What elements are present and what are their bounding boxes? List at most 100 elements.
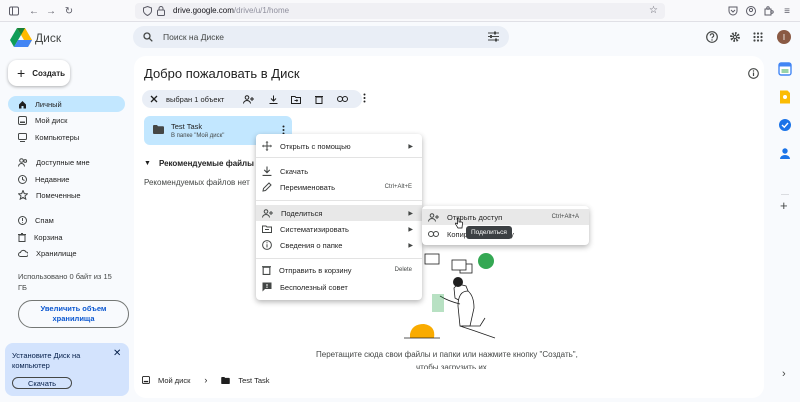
sidebar-toggle-icon[interactable] — [8, 5, 20, 17]
sidebar-item-label: Спам — [35, 215, 54, 225]
drive-logo-icon[interactable] — [10, 28, 32, 47]
collapse-arrow-icon: ▼ — [144, 160, 151, 167]
sidebar-item-my-drive[interactable]: Мой диск — [8, 112, 125, 128]
search-filters-icon[interactable] — [488, 31, 499, 42]
recommended-files-header[interactable]: ▼ Рекомендуемые файлы — [144, 159, 254, 168]
computer-icon — [18, 132, 27, 142]
share-icon — [262, 208, 273, 218]
folder-icon — [153, 125, 164, 134]
reload-icon[interactable]: ↻ — [63, 5, 75, 17]
sidebar-item-label: Личный — [35, 99, 62, 109]
sidebar-item-personal[interactable]: Личный — [8, 96, 125, 112]
upgrade-storage-button[interactable]: Увеличить объем хранилища — [18, 300, 129, 328]
bookmark-star-icon[interactable]: ☆ — [649, 5, 658, 16]
settings-gear-icon[interactable] — [728, 30, 742, 44]
sidebar-item-label: Недавние — [35, 174, 70, 184]
address-bar[interactable]: drive.google.com/drive/u/1/home ☆ — [135, 3, 665, 19]
menu-divider — [256, 200, 422, 201]
menu-item-label: Отправить в корзину — [279, 265, 352, 275]
menu-item-download[interactable]: Скачать — [256, 163, 422, 179]
sidebar-item-label: Мой диск — [35, 115, 68, 125]
plus-icon: + — [17, 65, 26, 81]
trash-icon — [262, 266, 271, 275]
sidebar-item-starred[interactable]: Помеченные — [8, 187, 125, 203]
menu-item-label: Переименовать — [280, 182, 335, 192]
lock-icon — [157, 6, 165, 16]
menu-item-feedback[interactable]: Бесполезный совет — [256, 279, 422, 295]
selection-count: выбран 1 объект — [166, 95, 225, 104]
star-icon — [18, 190, 28, 200]
apps-grid-icon[interactable] — [751, 30, 765, 44]
new-button[interactable]: + Создать — [8, 60, 70, 86]
expand-panel-icon[interactable]: › — [782, 368, 786, 380]
sidebar-item-label: Хранилище — [36, 248, 77, 258]
menu-item-label: Сведения о папке — [280, 240, 343, 250]
sidebar-item-recent[interactable]: Недавние — [8, 171, 125, 187]
open-with-icon — [262, 141, 272, 151]
menu-item-share[interactable]: Поделиться ▶ — [256, 205, 422, 221]
keep-icon[interactable] — [778, 90, 792, 104]
copy-link-icon[interactable] — [336, 93, 348, 105]
menu-item-open-with[interactable]: Открыть с помощью ▶ — [256, 138, 422, 154]
menu-item-shortcut: Delete — [394, 267, 412, 273]
delete-icon[interactable] — [313, 93, 325, 105]
sidebar-item-shared[interactable]: Доступные мне — [8, 154, 125, 170]
install-drive-promo: Установите Диск на компьютер Скачать ✕ — [5, 343, 129, 396]
avatar[interactable]: I — [777, 30, 791, 44]
add-addon-icon[interactable]: + — [780, 198, 788, 213]
details-info-icon[interactable] — [748, 68, 759, 79]
info-icon — [262, 240, 272, 250]
spam-icon — [18, 215, 27, 225]
download-button[interactable]: Скачать — [12, 377, 72, 389]
trash-icon — [18, 232, 26, 242]
close-icon[interactable]: ✕ — [113, 348, 121, 359]
menu-divider — [256, 258, 422, 259]
share-person-add-icon[interactable] — [242, 93, 254, 105]
sidebar-item-trash[interactable]: Корзина — [8, 229, 125, 245]
menu-item-open-access[interactable]: Открыть доступ Ctrl+Alt+A — [422, 209, 589, 225]
menu-item-folder-info[interactable]: Сведения о папке ▶ — [256, 237, 422, 253]
menu-item-label: Скачать — [280, 166, 309, 176]
sidebar-item-spam[interactable]: Спам — [8, 212, 125, 228]
search-icon[interactable] — [143, 32, 153, 42]
download-icon[interactable] — [267, 93, 279, 105]
menu-item-rename[interactable]: Переименовать Ctrl+Alt+E — [256, 179, 422, 195]
drop-zone-text: Перетащите сюда свои файлы и папки или н… — [316, 350, 578, 359]
people-icon — [18, 157, 28, 167]
download-icon — [262, 166, 272, 176]
feedback-icon — [262, 282, 272, 292]
account-icon[interactable] — [745, 5, 757, 17]
move-to-folder-icon[interactable] — [290, 93, 302, 105]
menu-item-organize[interactable]: Систематизировать ▶ — [256, 221, 422, 237]
sidebar-item-computers[interactable]: Компьютеры — [8, 129, 125, 145]
clear-selection-icon[interactable] — [148, 93, 160, 105]
pocket-icon[interactable] — [727, 5, 739, 17]
contacts-icon[interactable] — [778, 146, 792, 160]
folder-location: В папке "Мой диск" — [171, 133, 225, 139]
menu-item-label: Поделиться — [281, 208, 323, 218]
breadcrumb-root[interactable]: Мой диск — [158, 376, 190, 385]
chevron-right-icon: › — [204, 375, 208, 385]
help-icon[interactable] — [705, 30, 719, 44]
back-icon[interactable]: ← — [28, 5, 40, 17]
breadcrumb-current[interactable]: Test Task — [238, 376, 269, 385]
calendar-icon[interactable] — [778, 62, 792, 76]
menu-icon[interactable]: ≡ — [781, 5, 793, 17]
more-actions-icon[interactable] — [358, 92, 370, 104]
tasks-icon[interactable] — [778, 118, 792, 132]
extensions-icon[interactable] — [763, 5, 775, 17]
sidebar-item-label: Доступные мне — [36, 157, 90, 167]
menu-item-label: Открыть с помощью — [280, 141, 351, 151]
drop-zone-text-2: чтобы загрузить их — [416, 363, 487, 369]
sidebar-item-storage[interactable]: Хранилище — [8, 245, 125, 261]
search-bar[interactable]: Поиск на Диске — [133, 26, 509, 48]
search-input[interactable]: Поиск на Диске — [163, 32, 224, 42]
submenu-arrow-icon: ▶ — [408, 226, 413, 233]
submenu-arrow-icon: ▶ — [408, 242, 413, 249]
selection-toolbar: выбран 1 объект — [142, 90, 365, 108]
rail-divider — [781, 194, 789, 195]
forward-icon[interactable]: → — [45, 5, 57, 17]
menu-item-move-to-trash[interactable]: Отправить в корзину Delete — [256, 262, 422, 278]
shield-icon — [143, 6, 152, 16]
app-name: Диск — [35, 31, 62, 45]
